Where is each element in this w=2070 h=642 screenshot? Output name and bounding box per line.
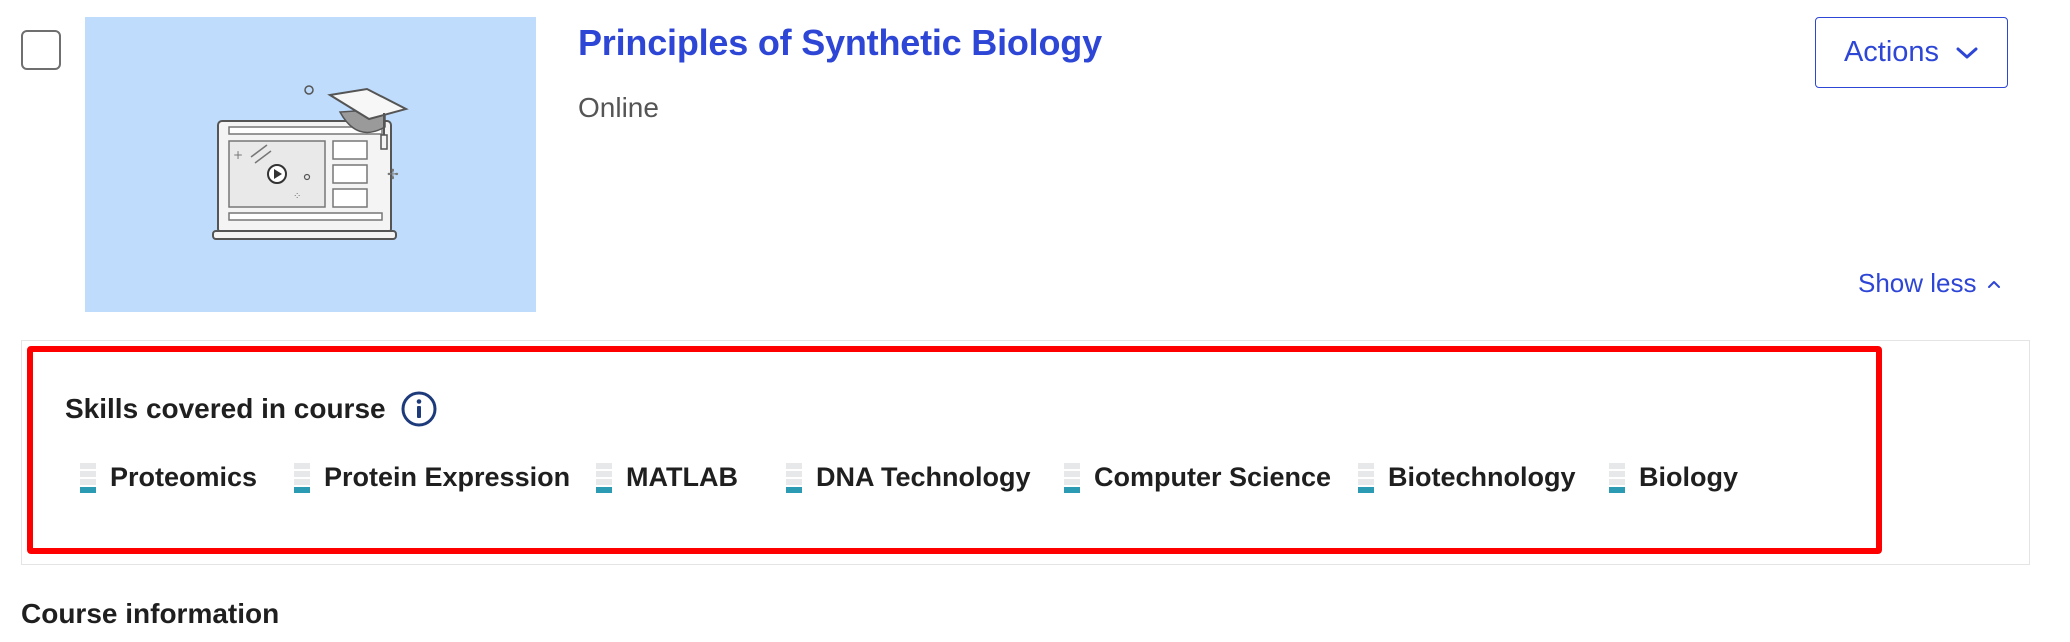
course-information-heading: Course information xyxy=(21,598,280,629)
skill-protein-expression: Protein Expression xyxy=(294,462,570,493)
actions-button[interactable]: Actions xyxy=(1815,17,2008,88)
skills-heading: Skills covered in course xyxy=(65,390,438,428)
skill-level-indicator xyxy=(596,462,612,493)
skill-matlab: MATLAB xyxy=(596,462,738,493)
skill-biotechnology: Biotechnology xyxy=(1358,462,1576,493)
select-course-checkbox[interactable] xyxy=(21,30,61,70)
skill-label: MATLAB xyxy=(626,462,738,492)
info-icon[interactable] xyxy=(400,390,438,428)
skill-label: Computer Science xyxy=(1094,462,1332,492)
skill-label: Biology xyxy=(1639,462,1738,492)
actions-button-label: Actions xyxy=(1843,36,1940,68)
svg-text:+: + xyxy=(233,148,243,162)
chevron-up-icon xyxy=(1987,280,2000,288)
skill-level-indicator xyxy=(1358,462,1374,493)
course-thumbnail: + ⁘ ✢ xyxy=(85,17,536,312)
highlight-box xyxy=(27,346,1882,554)
skill-label: Biotechnology xyxy=(1388,462,1576,492)
svg-text:⁘: ⁘ xyxy=(293,191,301,202)
svg-text:✢: ✢ xyxy=(387,167,399,183)
skill-level-indicator xyxy=(786,462,802,493)
skill-level-indicator xyxy=(1609,462,1625,493)
skill-label: Proteomics xyxy=(110,462,258,492)
skill-label: DNA Technology xyxy=(816,462,1031,492)
course-format: Online xyxy=(578,92,659,123)
course-title-link[interactable]: Principles of Synthetic Biology xyxy=(578,22,1102,64)
show-less-label: Show less xyxy=(1858,268,1977,298)
skill-level-indicator xyxy=(294,462,310,493)
chevron-down-icon xyxy=(1956,47,1978,58)
skill-proteomics: Proteomics xyxy=(80,462,257,493)
skills-heading-text: Skills covered in course xyxy=(65,393,386,424)
skill-level-indicator xyxy=(1064,462,1080,493)
skill-level-indicator xyxy=(80,462,96,493)
show-less-toggle[interactable]: Show less xyxy=(1858,268,2001,299)
skill-label: Protein Expression xyxy=(324,462,571,492)
skill-computer-science: Computer Science xyxy=(1064,462,1331,493)
skill-dna-technology: DNA Technology xyxy=(786,462,1031,493)
skill-biology: Biology xyxy=(1609,462,1738,493)
